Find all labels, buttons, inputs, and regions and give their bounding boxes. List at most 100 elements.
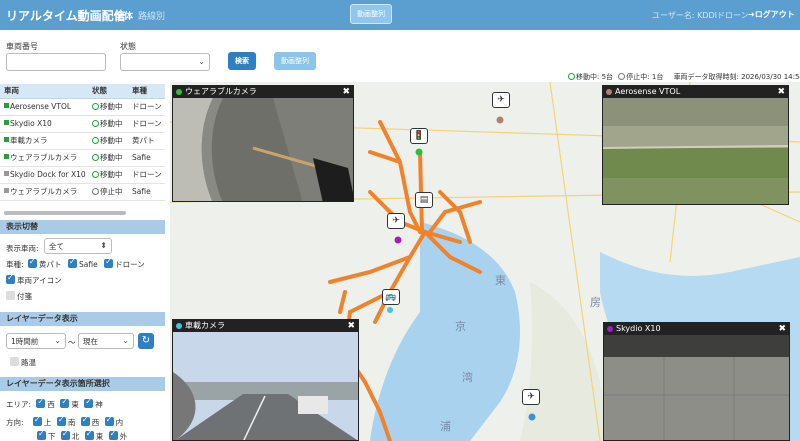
col-type: 車種 <box>128 84 165 99</box>
dir-inner-checkbox[interactable] <box>104 415 114 426</box>
video-feed <box>173 98 353 201</box>
drone-marker-icon[interactable]: ✈ <box>387 213 405 229</box>
state-text: 移動中 <box>100 102 123 111</box>
status-dot <box>176 89 182 95</box>
refresh-button[interactable]: ↻ <box>138 333 154 349</box>
dir-west-label: 西 <box>91 418 100 427</box>
drone-marker-icon[interactable]: ✈ <box>492 92 510 108</box>
logout-link[interactable]: ➜ログアウト <box>748 9 795 20</box>
close-icon[interactable]: ✖ <box>342 86 350 98</box>
table-row[interactable]: ウェアラブルカメラ 停止中 Safie <box>0 183 165 201</box>
state-text: 移動中 <box>100 153 123 162</box>
video-title: Aerosense VTOL <box>615 87 681 96</box>
vehicle-dot-wearable[interactable] <box>415 148 423 156</box>
vehicle-color-swatch <box>4 103 9 108</box>
status-dot <box>606 89 612 95</box>
video-panel-skydio[interactable]: Skydio X10 ✖ <box>603 322 790 441</box>
type-yellow-checkbox[interactable] <box>27 257 37 268</box>
vehicle-cell: Skydio Dock for X10 <box>0 166 88 184</box>
dir-north-checkbox[interactable] <box>60 429 70 440</box>
close-icon[interactable]: ✖ <box>777 86 785 98</box>
video-panel-car[interactable]: 車載カメラ ✖ <box>172 319 359 441</box>
video-feed <box>604 335 789 440</box>
search-button[interactable]: 検索 <box>228 52 256 70</box>
arrange-button[interactable]: 動画整列 <box>274 52 316 70</box>
dir-west-checkbox[interactable] <box>80 415 90 426</box>
table-row[interactable]: Skydio X10 移動中 ドローン <box>0 115 165 133</box>
display-vehicles-select[interactable]: 全て ⬍ <box>44 238 112 254</box>
dir-inner-label: 内 <box>115 418 124 427</box>
vehicle-name: Skydio Dock for X10 <box>10 170 86 179</box>
road-temp-checkbox[interactable] <box>10 357 19 366</box>
vehicle-cell: Skydio X10 <box>0 115 88 133</box>
video-panel-wearable[interactable]: ウェアラブルカメラ ✖ <box>172 85 354 202</box>
state-label: 状態 <box>120 42 136 51</box>
dock-marker-icon[interactable]: ▤ <box>415 192 433 208</box>
vehicle-name: Aerosense VTOL <box>10 102 72 111</box>
nav-all-tab[interactable]: 全体 <box>115 9 133 22</box>
area-east-checkbox[interactable] <box>60 397 70 408</box>
dir-up-checkbox[interactable] <box>32 415 42 426</box>
dir-row-2: 下 北 東 外 <box>37 429 128 441</box>
vehicle-dot-dock[interactable] <box>528 413 536 421</box>
type-drone-checkbox[interactable] <box>104 257 114 268</box>
vehicle-dot-skydio[interactable] <box>394 236 402 244</box>
table-row[interactable]: 車載カメラ 移動中 黄パト <box>0 132 165 150</box>
logout-label: ログアウト <box>754 10 795 19</box>
drone-marker-icon[interactable]: ✈ <box>522 389 540 405</box>
video-panel-aerosense[interactable]: Aerosense VTOL ✖ <box>602 85 789 205</box>
map-label-ura: 浦 <box>440 420 451 433</box>
area-kanagawa-checkbox[interactable] <box>84 397 94 408</box>
user-name: ユーザー名: KDDIドローン <box>652 11 749 20</box>
table-row[interactable]: Aerosense VTOL 移動中 ドローン <box>0 98 165 116</box>
close-icon[interactable]: ✖ <box>347 320 355 332</box>
dir-east-checkbox[interactable] <box>84 429 94 440</box>
logout-icon: ➜ <box>748 10 755 19</box>
moving-count: 移動中: 5台 <box>576 73 614 81</box>
type-cell: ドローン <box>128 115 165 133</box>
attach-label: 付箋 <box>17 292 32 301</box>
header-arrange-button[interactable]: 動画整列 <box>350 4 392 24</box>
state-cell: 移動中 <box>88 98 128 116</box>
stopped-ring-icon <box>618 73 626 80</box>
video-feed <box>173 332 358 440</box>
table-row[interactable]: ウェアラブルカメラ 移動中 Safie <box>0 149 165 167</box>
video-header: 車載カメラ ✖ <box>173 320 358 332</box>
state-ring-icon <box>92 103 99 110</box>
map-view[interactable]: 東 京 湾 浦 房 🚦 ✈ ▤ ✈ 🚌 ✈ ウェアラブルカメラ ✖ Aerosen… <box>170 82 800 441</box>
close-icon[interactable]: ✖ <box>778 323 786 335</box>
type-cell: Safie <box>128 183 165 201</box>
state-ring-icon <box>92 137 99 144</box>
dir-outer-checkbox[interactable] <box>108 429 118 440</box>
vehicle-dot-car[interactable] <box>387 307 393 313</box>
moving-ring-icon <box>568 73 575 80</box>
dir-south-checkbox[interactable] <box>56 415 66 426</box>
nav-route-tab[interactable]: 路線別 <box>138 9 165 22</box>
video-title: 車載カメラ <box>185 321 225 330</box>
patrol-car-marker-icon[interactable]: 🚌 <box>382 289 400 305</box>
vehicle-color-swatch <box>4 188 9 193</box>
layer-to-select[interactable]: 現在 ⌄ <box>78 333 134 349</box>
attach-checkbox[interactable] <box>6 291 15 300</box>
layer-to-value: 現在 <box>83 337 98 346</box>
vehicle-no-input[interactable] <box>6 53 106 71</box>
tokyo-bay <box>370 222 520 441</box>
state-cell: 停止中 <box>88 183 128 201</box>
dir-down-checkbox[interactable] <box>37 429 46 440</box>
wearable-video-image <box>173 98 353 201</box>
layer-from-select[interactable]: 1時間前 ⌄ <box>6 333 66 349</box>
vehicle-cell: ウェアラブルカメラ <box>0 149 88 167</box>
display-vehicles-value: 全て <box>49 242 64 251</box>
vehicle-no-label: 車両番号 <box>6 42 38 51</box>
table-row[interactable]: Skydio Dock for X10 移動中 ドローン <box>0 166 165 184</box>
vehicle-icon-checkbox[interactable] <box>6 273 15 284</box>
video-header: Skydio X10 ✖ <box>604 323 789 335</box>
vehicle-dot-aerosense[interactable] <box>496 116 504 124</box>
dir-outer-label: 外 <box>119 432 128 441</box>
state-select[interactable]: ⌄ <box>120 53 210 71</box>
dir-south-label: 南 <box>67 418 76 427</box>
traffic-signal-icon[interactable]: 🚦 <box>410 128 428 144</box>
table-scrollbar[interactable] <box>4 211 126 215</box>
type-safie-checkbox[interactable] <box>68 257 78 268</box>
area-west-checkbox[interactable] <box>36 397 46 408</box>
